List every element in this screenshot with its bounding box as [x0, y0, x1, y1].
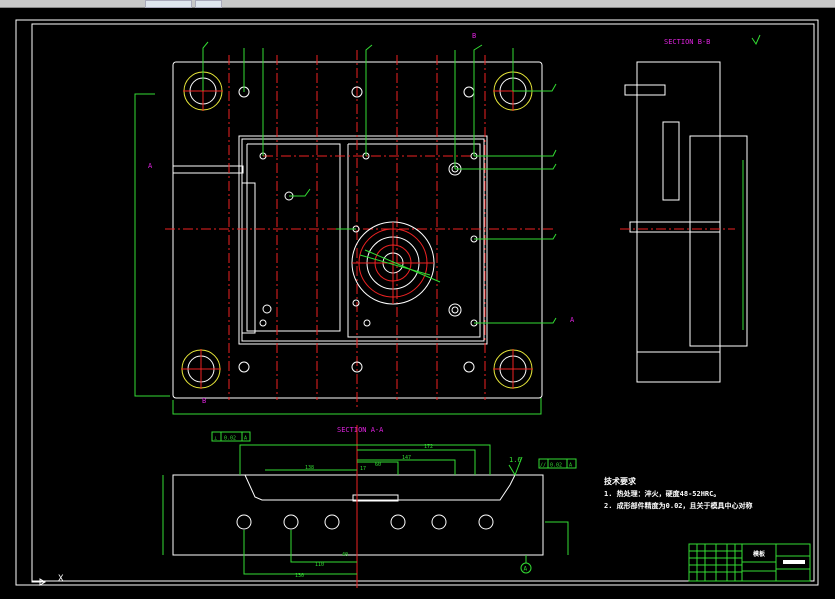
svg-text://: // [540, 463, 546, 469]
cooling-channels [236, 514, 494, 530]
note-item: 1. 热处理：淬火，硬度48-52HRC。 [604, 489, 720, 498]
dim-label: 60 [375, 462, 381, 468]
tolerance-frame-right: // 0.02 A [538, 458, 577, 469]
part-name: 模板 [753, 550, 766, 558]
svg-text:0.02: 0.02 [224, 436, 236, 442]
svg-text:A: A [569, 463, 572, 469]
dim-label: 147 [402, 455, 411, 461]
guide-bushing-icon [493, 349, 533, 389]
section-marker: B [472, 32, 476, 40]
section-bb-view: SECTION B-B [620, 34, 761, 383]
note-item: 2. 成形部件精度为0.02，且关于模具中心对称 [604, 501, 753, 510]
section-marker: A [148, 162, 153, 170]
dim-label: 40 [342, 552, 348, 558]
section-marker: A [570, 316, 575, 324]
centerlines [165, 50, 555, 410]
dim-label: 172 [424, 444, 433, 450]
plan-view: A B B A [134, 32, 575, 415]
svg-text:1.6: 1.6 [509, 456, 522, 464]
technical-notes: 技术要求 1. 热处理：淬火，硬度48-52HRC。 2. 成形部件精度为0.0… [604, 476, 753, 510]
dim-label: 110 [315, 562, 324, 568]
runner-slot [172, 165, 244, 174]
svg-text:A: A [244, 436, 247, 442]
round-cavity [351, 221, 441, 305]
guide-bushing-icon [181, 349, 221, 389]
svg-text:A: A [524, 566, 528, 573]
svg-text:X: X [58, 574, 64, 584]
leader-lines [134, 41, 557, 415]
svg-text:0.02: 0.02 [550, 463, 562, 469]
roughness-symbol-icon [751, 34, 761, 46]
svg-text:⊥: ⊥ [214, 436, 217, 442]
datum-a-symbol: A [520, 562, 532, 574]
tolerance-frame-left: ⊥ 0.02 A [211, 431, 251, 442]
dim-label: 130 [295, 573, 304, 579]
ucs-icon: X [31, 574, 64, 586]
dim-label: 138 [305, 465, 314, 471]
notes-title: 技术要求 [604, 476, 637, 486]
dim-label: 17 [360, 466, 366, 472]
section-aa-title: SECTION A-A [337, 426, 384, 434]
section-marker: B [202, 397, 206, 405]
section-aa-view: SECTION A-A 172 147 138 60 40 17 110 130 [162, 425, 577, 588]
cad-drawing-canvas[interactable]: A B B A SECTION B-B SECTION A-A 172 147 … [0, 0, 835, 599]
cooling-ladder [241, 182, 256, 334]
roughness-symbol-icon: 1.6 [508, 456, 523, 477]
section-bb-title: SECTION B-B [664, 38, 710, 46]
title-block: 模板 [688, 543, 811, 582]
